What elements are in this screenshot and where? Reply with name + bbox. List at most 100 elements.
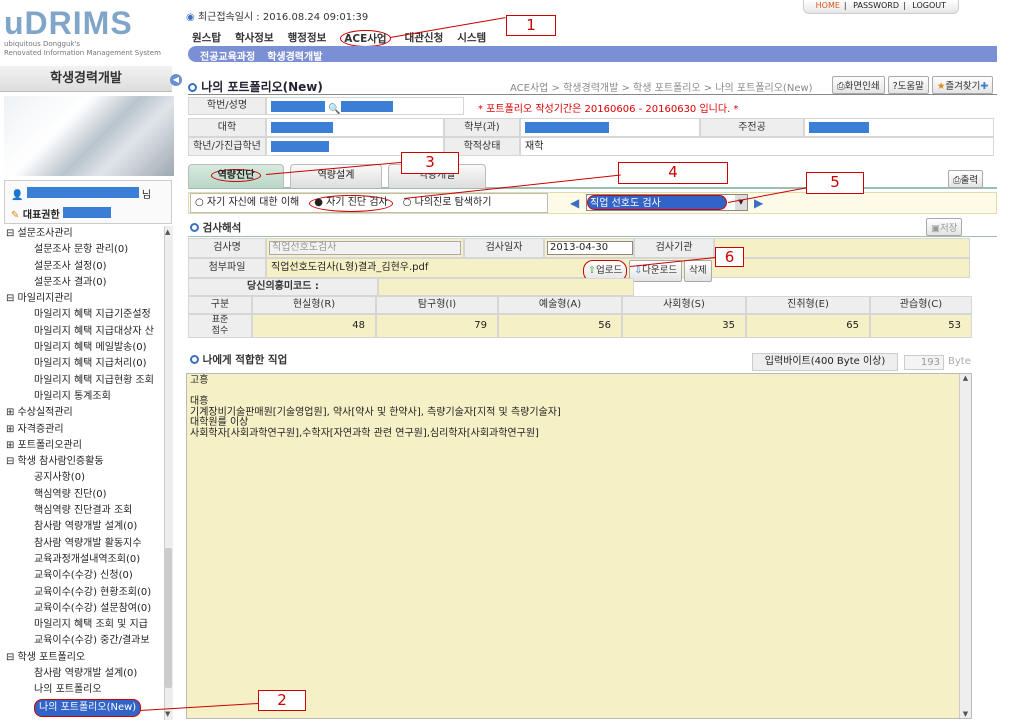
- menu-onestop[interactable]: 원스탑: [192, 30, 221, 47]
- score-header-c: 관습형(C): [870, 296, 972, 314]
- exam-name-label: 검사명: [188, 238, 266, 258]
- score-header-e: 진취형(E): [746, 296, 870, 314]
- logout-link[interactable]: LOGOUT: [912, 1, 946, 10]
- annotation-1: 1: [506, 15, 556, 36]
- print-button[interactable]: ⎙출력: [948, 170, 984, 188]
- jobs-line: 고흥: [190, 375, 209, 386]
- help-button[interactable]: ?도움말: [887, 76, 929, 94]
- exam-date-select[interactable]: 2013-04-30: [547, 241, 633, 255]
- password-link[interactable]: PASSWORD: [853, 1, 899, 10]
- score-c: 53: [870, 314, 972, 338]
- tree-group[interactable]: ⊟ 설문조사관리: [4, 226, 164, 242]
- studentid-value: 🔍: [266, 97, 464, 115]
- tree-item[interactable]: 마일리지 혜택 지급처리(0): [4, 356, 164, 372]
- interest-code-label: 당신의흥미코드 :: [188, 278, 378, 296]
- annotation-5: 5: [806, 172, 864, 194]
- scroll-up-icon[interactable]: ▲: [165, 228, 170, 236]
- tree-item[interactable]: 교육이수(수강) 설문참여(0): [4, 601, 164, 617]
- submenu-career[interactable]: 학생경력개발: [267, 48, 322, 63]
- exam-date-cell: 2013-04-30: [544, 238, 634, 258]
- save-button[interactable]: ▣저장: [926, 218, 963, 236]
- tree-item[interactable]: 참사람 역량개발 설계(0): [4, 519, 164, 535]
- college-label: 대학: [188, 118, 266, 137]
- score-header-s: 사회형(S): [622, 296, 746, 314]
- annotation-2: 2: [258, 690, 306, 711]
- exam-name-cell: 직업선호도검사: [266, 238, 464, 258]
- status-value: 재학: [520, 137, 994, 156]
- exam-agency-value[interactable]: [714, 238, 970, 258]
- prev-arrow-icon[interactable]: ◀: [570, 196, 579, 210]
- radio-self-understanding[interactable]: ○ 자기 자신에 대한 이해: [195, 194, 299, 212]
- tree-item[interactable]: 참사람 역량개발 활동지수: [4, 536, 164, 552]
- studentid-label: 학번/성명: [188, 97, 266, 115]
- jobs-text: 고흥 대흥 기계장비기술판매원[기술영업원], 약사[약사 및 한약사], 측량기술…: [187, 374, 971, 441]
- menu-admin[interactable]: 행정정보: [288, 30, 327, 47]
- jobs-textarea[interactable]: 고흥 대흥 기계장비기술판매원[기술영업원], 약사[약사 및 한약사], 측량기술…: [186, 373, 972, 719]
- udrims-logo[interactable]: uDRIMS ubiquitous Dongguk's Renovated In…: [4, 6, 164, 62]
- tree-item[interactable]: 마일리지 통계조회: [4, 389, 164, 405]
- tab-diagnosis[interactable]: 역량진단: [188, 164, 284, 188]
- tree-item[interactable]: 마일리지 혜택 지급기준설정: [4, 307, 164, 323]
- tree-item[interactable]: 마일리지 혜택 조회 및 지급: [4, 617, 164, 633]
- download-icon: ⇩: [634, 265, 643, 276]
- scroll-down-icon[interactable]: ▼: [960, 710, 971, 718]
- edit-icon: ✎: [11, 210, 20, 221]
- tree-group[interactable]: ⊞ 수상실적관리: [4, 405, 164, 421]
- scroll-down-icon[interactable]: ▼: [165, 710, 170, 718]
- favorites-button[interactable]: ★즐겨찾기✚: [931, 76, 994, 94]
- file-name[interactable]: 직업선호도검사(L형)결과_김현우.pdf: [271, 262, 428, 273]
- college-value: [266, 118, 444, 137]
- tree-group[interactable]: ⊞ 자격증관리: [4, 422, 164, 438]
- rep-auth-line[interactable]: ✎ 대표권한: [11, 206, 112, 221]
- tree-item[interactable]: 마일리지 혜택 메일발송(0): [4, 340, 164, 356]
- tree-group[interactable]: ⊞ 포트폴리오관리: [4, 438, 164, 454]
- user-suffix: 님: [141, 190, 152, 201]
- jobs-scrollbar[interactable]: ▲ ▼: [959, 374, 971, 718]
- tree-item[interactable]: 나의 포트폴리오: [4, 682, 164, 698]
- interest-code-value[interactable]: [378, 278, 634, 296]
- tree-item[interactable]: 교육이수(수강) 현황조회(0): [4, 585, 164, 601]
- tree-group[interactable]: ⊟ 학생 포트폴리오: [4, 650, 164, 666]
- tree-group[interactable]: ⊟ 학생 참사람인증활동: [4, 454, 164, 470]
- search-icon[interactable]: 🔍: [328, 104, 340, 115]
- test-select[interactable]: 직업 선호도 검사 ▼: [586, 194, 748, 211]
- sidebar-scroll-thumb[interactable]: [165, 548, 172, 688]
- next-arrow-icon[interactable]: ▶: [754, 196, 763, 210]
- tree-item[interactable]: 공지사항(0): [4, 470, 164, 486]
- scroll-up-icon[interactable]: ▲: [960, 374, 971, 382]
- tree-item[interactable]: 교육이수(수강) 신청(0): [4, 568, 164, 584]
- annotation-6: 6: [715, 247, 744, 267]
- tree-item[interactable]: 핵심역량 진단(0): [4, 487, 164, 503]
- tree-item[interactable]: 나의 포트폴리오(New): [4, 698, 164, 717]
- main-menu: 원스탑 학사정보 행정정보 ACE사업 대관신청 시스템: [192, 30, 486, 47]
- annotation-4: 4: [618, 162, 728, 184]
- sidebar-toggle-icon[interactable]: ◀: [170, 74, 182, 86]
- delete-button[interactable]: 삭제: [684, 260, 712, 282]
- dept-label: 학부(과): [444, 118, 520, 137]
- home-link[interactable]: HOME: [816, 1, 840, 10]
- print-screen-button[interactable]: ⎙화면인쇄: [832, 76, 885, 94]
- tree-item[interactable]: 핵심역량 진단결과 조회: [4, 503, 164, 519]
- submenu-curriculum[interactable]: 전공교육과정: [200, 48, 255, 63]
- tree-item[interactable]: 설문조사 결과(0): [4, 275, 164, 291]
- tree-item[interactable]: 설문조사 설정(0): [4, 259, 164, 275]
- tree-item[interactable]: 교육과정개설내역조회(0): [4, 552, 164, 568]
- byte-label: 입력바이트(400 Byte 이상): [752, 353, 898, 371]
- menu-system[interactable]: 시스템: [457, 30, 486, 47]
- menu-ace[interactable]: ACE사업: [340, 30, 391, 47]
- exam-date-label: 검사일자: [464, 238, 544, 258]
- annotation-3: 3: [401, 152, 459, 174]
- sidebar-banner-image: [4, 96, 174, 176]
- tree-item-selected[interactable]: 나의 포트폴리오(New): [34, 698, 142, 717]
- tree-group[interactable]: ⊟ 마일리지관리: [4, 291, 164, 307]
- score-i: 79: [376, 314, 498, 338]
- tree-item[interactable]: 설문조사 문항 관리(0): [4, 242, 164, 258]
- radio-self-test[interactable]: ● 자기 진단 검사: [309, 195, 393, 212]
- tree-item[interactable]: 참사람 역량개발 설계(0): [4, 666, 164, 682]
- tree-item[interactable]: 마일리지 혜택 지급현황 조회: [4, 373, 164, 389]
- menu-academic[interactable]: 학사정보: [235, 30, 274, 47]
- tree-item[interactable]: 마일리지 혜택 지급대상자 산: [4, 324, 164, 340]
- exam-name-select[interactable]: 직업선호도검사: [269, 241, 461, 255]
- major-label: 주전공: [700, 118, 804, 137]
- tree-item[interactable]: 교육이수(수강) 중간/결과보: [4, 633, 164, 649]
